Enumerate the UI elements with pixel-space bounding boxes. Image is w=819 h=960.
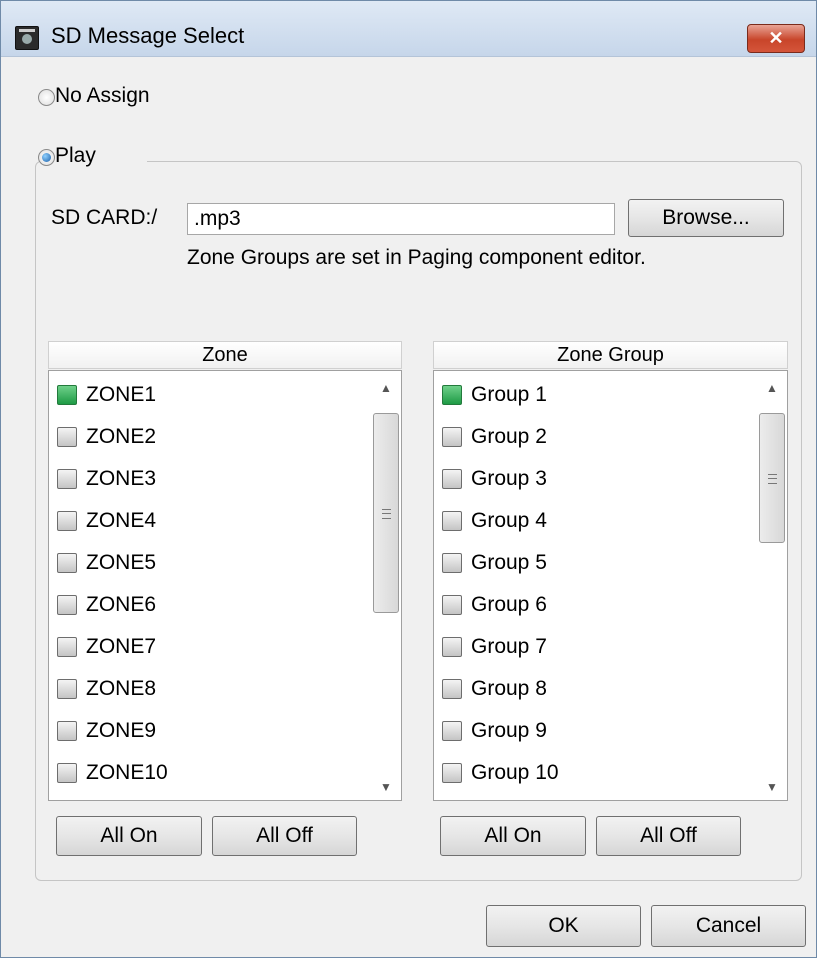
zone-item-label: ZONE1: [86, 383, 157, 406]
zone-item-10[interactable]: ZONE10: [57, 752, 168, 794]
grip-icon: [382, 509, 391, 519]
zone-10-checkbox[interactable]: [57, 763, 77, 783]
group-item-label: Group 5: [471, 551, 547, 574]
group-2-checkbox[interactable]: [442, 427, 462, 447]
zone-list-scrollbar[interactable]: ▲ ▼: [371, 371, 401, 800]
group-9-checkbox[interactable]: [442, 721, 462, 741]
group-5-checkbox[interactable]: [442, 553, 462, 573]
group-item-4[interactable]: Group 4: [442, 500, 547, 542]
zone-list[interactable]: ZONE1 ZONE2 ZONE3 ZONE4 ZONE5 ZONE6 ZONE…: [48, 370, 402, 801]
group-item-label: Group 10: [471, 761, 559, 784]
zone-group-list-header[interactable]: Zone Group: [433, 341, 788, 369]
zone-item-label: ZONE10: [86, 761, 168, 784]
group-6-checkbox[interactable]: [442, 595, 462, 615]
group-item-7[interactable]: Group 7: [442, 626, 547, 668]
zone-group-list[interactable]: Group 1 Group 2 Group 3 Group 4 Group 5 …: [433, 370, 788, 801]
play-radio[interactable]: [38, 149, 55, 166]
browse-button[interactable]: Browse...: [628, 199, 784, 237]
zone-all-on-button[interactable]: All On: [56, 816, 202, 856]
group-item-label: Group 4: [471, 509, 547, 532]
group-4-checkbox[interactable]: [442, 511, 462, 531]
zone-item-9[interactable]: ZONE9: [57, 710, 156, 752]
zone-item-1[interactable]: ZONE1: [57, 374, 156, 416]
zone-group-hint: Zone Groups are set in Paging component …: [187, 246, 646, 269]
group-item-10[interactable]: Group 10: [442, 752, 559, 794]
zone-8-checkbox[interactable]: [57, 679, 77, 699]
zone-item-label: ZONE6: [86, 593, 157, 616]
app-icon: [15, 26, 39, 50]
zone-item-2[interactable]: ZONE2: [57, 416, 156, 458]
zone-item-label: ZONE7: [86, 635, 157, 658]
zone-7-checkbox[interactable]: [57, 637, 77, 657]
group-item-label: Group 7: [471, 635, 547, 658]
group-item-1[interactable]: Group 1: [442, 374, 547, 416]
zone-item-3[interactable]: ZONE3: [57, 458, 156, 500]
ok-button[interactable]: OK: [486, 905, 641, 947]
scroll-thumb[interactable]: [373, 413, 399, 613]
zone-5-checkbox[interactable]: [57, 553, 77, 573]
no-assign-label[interactable]: No Assign: [55, 84, 150, 108]
group-item-3[interactable]: Group 3: [442, 458, 547, 500]
play-label[interactable]: Play: [55, 144, 96, 168]
title-bar[interactable]: SD Message Select ✕: [1, 1, 816, 57]
group-item-label: Group 2: [471, 425, 547, 448]
zone-item-label: ZONE9: [86, 719, 157, 742]
zone-all-off-button[interactable]: All Off: [212, 816, 357, 856]
group-item-2[interactable]: Group 2: [442, 416, 547, 458]
close-button[interactable]: ✕: [747, 24, 805, 53]
zone-item-8[interactable]: ZONE8: [57, 668, 156, 710]
scroll-up-arrow-icon[interactable]: ▲: [757, 377, 787, 399]
zone-item-label: ZONE3: [86, 467, 157, 490]
zone-9-checkbox[interactable]: [57, 721, 77, 741]
grip-icon: [768, 474, 777, 484]
zone-item-5[interactable]: ZONE5: [57, 542, 156, 584]
sd-card-path-label: SD CARD:/: [51, 206, 158, 229]
zone-3-checkbox[interactable]: [57, 469, 77, 489]
group-1-checkbox[interactable]: [442, 385, 462, 405]
group-item-label: Group 9: [471, 719, 547, 742]
group-all-off-button[interactable]: All Off: [596, 816, 741, 856]
scroll-up-arrow-icon[interactable]: ▲: [371, 377, 401, 399]
zone-item-7[interactable]: ZONE7: [57, 626, 156, 668]
zone-item-label: ZONE4: [86, 509, 157, 532]
group-item-5[interactable]: Group 5: [442, 542, 547, 584]
scroll-down-arrow-icon[interactable]: ▼: [371, 776, 401, 798]
zone-list-header[interactable]: Zone: [48, 341, 402, 369]
group-item-8[interactable]: Group 8: [442, 668, 547, 710]
zone-group-list-scrollbar[interactable]: ▲ ▼: [757, 371, 787, 800]
cancel-button[interactable]: Cancel: [651, 905, 806, 947]
zone-item-4[interactable]: ZONE4: [57, 500, 156, 542]
group-all-on-button[interactable]: All On: [440, 816, 586, 856]
zone-1-checkbox[interactable]: [57, 385, 77, 405]
file-name-input[interactable]: .mp3: [187, 203, 615, 235]
no-assign-radio[interactable]: [38, 89, 55, 106]
zone-item-label: ZONE5: [86, 551, 157, 574]
group-item-label: Group 6: [471, 593, 547, 616]
scroll-thumb[interactable]: [759, 413, 785, 543]
group-item-label: Group 1: [471, 383, 547, 406]
scroll-down-arrow-icon[interactable]: ▼: [757, 776, 787, 798]
group-item-9[interactable]: Group 9: [442, 710, 547, 752]
group-item-label: Group 8: [471, 677, 547, 700]
window-title: SD Message Select: [51, 23, 245, 48]
group-3-checkbox[interactable]: [442, 469, 462, 489]
zone-4-checkbox[interactable]: [57, 511, 77, 531]
group-8-checkbox[interactable]: [442, 679, 462, 699]
dialog-window: SD Message Select ✕ No Assign Play SD CA…: [0, 0, 817, 958]
zone-item-6[interactable]: ZONE6: [57, 584, 156, 626]
group-item-6[interactable]: Group 6: [442, 584, 547, 626]
zone-item-label: ZONE8: [86, 677, 157, 700]
group-item-label: Group 3: [471, 467, 547, 490]
group-7-checkbox[interactable]: [442, 637, 462, 657]
zone-2-checkbox[interactable]: [57, 427, 77, 447]
group-10-checkbox[interactable]: [442, 763, 462, 783]
zone-item-label: ZONE2: [86, 425, 157, 448]
zone-6-checkbox[interactable]: [57, 595, 77, 615]
